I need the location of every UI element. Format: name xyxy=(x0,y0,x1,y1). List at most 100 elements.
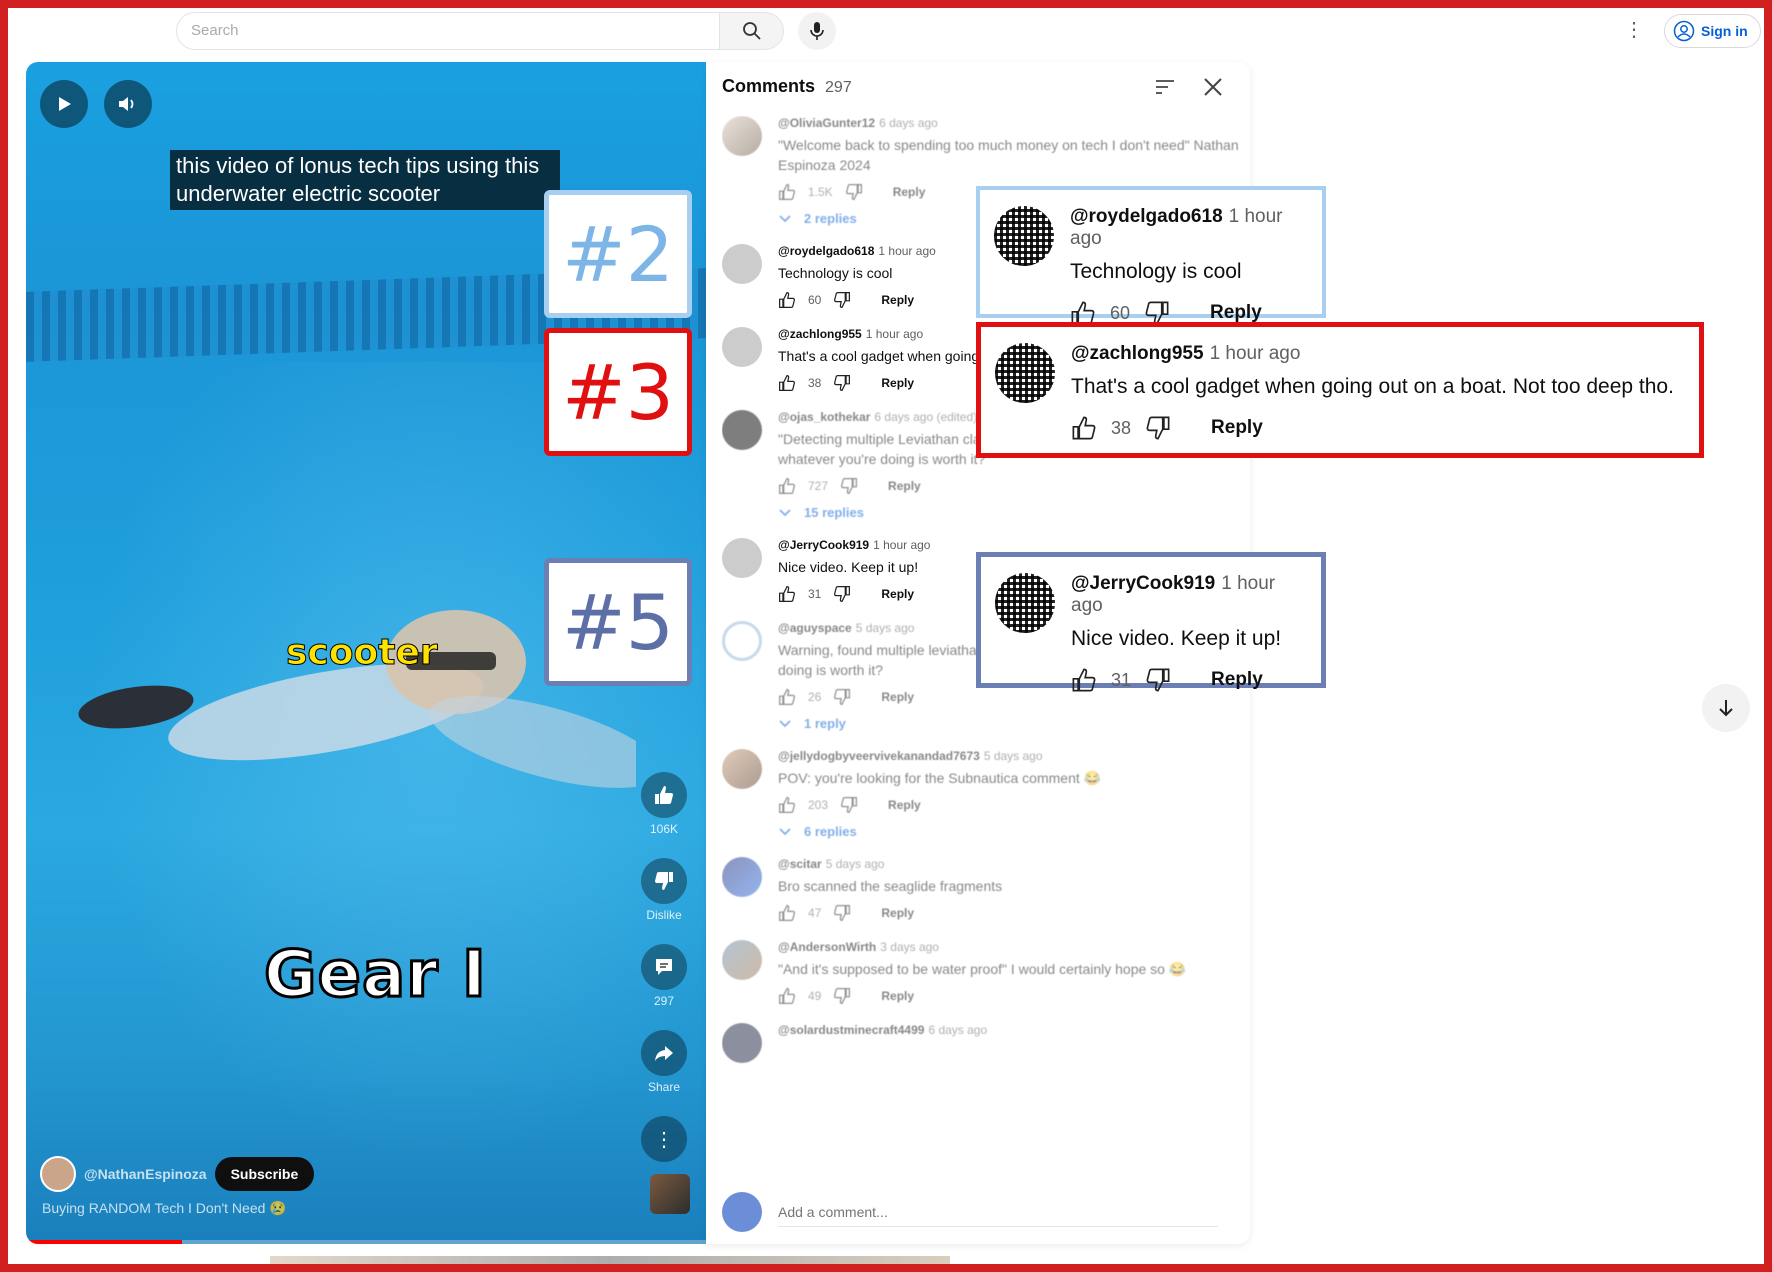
voice-search-button[interactable] xyxy=(798,12,836,50)
comments-action[interactable]: 297 xyxy=(636,944,692,1008)
dislike-action[interactable]: Dislike xyxy=(636,858,692,922)
dislike-icon[interactable] xyxy=(833,374,851,392)
dislike-icon[interactable] xyxy=(840,796,858,814)
like-icon[interactable] xyxy=(778,291,796,309)
sort-button[interactable] xyxy=(1154,78,1176,101)
close-comments-button[interactable] xyxy=(1202,76,1224,103)
commenter-avatar[interactable] xyxy=(722,749,762,789)
like-icon[interactable] xyxy=(778,987,796,1005)
dislike-icon[interactable] xyxy=(833,585,851,603)
dislike-icon[interactable] xyxy=(840,477,858,495)
comment-author[interactable]: @solardustminecraft4499 xyxy=(778,1023,924,1037)
highlight-comment-5: @JerryCook919 1 hour ago Nice video. Keep… xyxy=(976,552,1326,692)
view-replies-button[interactable]: 1 reply xyxy=(778,716,1242,731)
channel-row: @NathanEspinoza Subscribe xyxy=(40,1156,315,1192)
highlight-author[interactable]: @JerryCook919 xyxy=(1071,573,1215,594)
reply-button[interactable]: Reply xyxy=(881,587,914,601)
commenter-avatar[interactable] xyxy=(722,538,762,578)
channel-avatar[interactable] xyxy=(40,1156,76,1192)
share-label: Share xyxy=(647,1080,681,1094)
like-icon[interactable] xyxy=(778,585,796,603)
reply-button[interactable]: Reply xyxy=(881,376,914,390)
comment-author[interactable]: @ojas_kothekar xyxy=(778,410,870,424)
comment-author[interactable]: @JerryCook919 xyxy=(778,538,869,552)
like-action[interactable]: 106K xyxy=(636,772,692,836)
kebab-icon[interactable]: ⋮ xyxy=(1624,20,1644,40)
comment-author[interactable]: @scitar xyxy=(778,857,822,871)
video-progress-fill xyxy=(26,1240,183,1244)
reply-button[interactable]: Reply xyxy=(893,185,926,199)
commenter-avatar[interactable] xyxy=(722,244,762,284)
like-icon[interactable] xyxy=(778,904,796,922)
more-icon: ⋮ xyxy=(654,1128,674,1151)
comment-like-count: 203 xyxy=(808,798,829,812)
search-button[interactable] xyxy=(720,12,784,50)
comment-time: 1 hour ago xyxy=(865,327,924,341)
comment-author[interactable]: @jellydogbyveervivekanandad7673 xyxy=(778,749,980,763)
reply-button[interactable]: Reply xyxy=(1211,669,1263,691)
comment-time: 5 days ago xyxy=(825,857,885,871)
add-comment-input[interactable] xyxy=(778,1197,1218,1227)
share-action[interactable]: Share xyxy=(636,1030,692,1094)
view-replies-button[interactable]: 6 replies xyxy=(778,824,1242,839)
subscribe-button[interactable]: Subscribe xyxy=(214,1157,315,1191)
reply-button[interactable]: Reply xyxy=(881,690,914,704)
view-replies-button[interactable]: 15 replies xyxy=(778,505,1242,520)
comment-author[interactable]: @roydelgado618 xyxy=(778,244,874,258)
like-icon[interactable] xyxy=(778,374,796,392)
like-icon[interactable] xyxy=(778,477,796,495)
search-input[interactable]: Search xyxy=(176,12,720,50)
comment-author[interactable]: @OliviaGunter12 xyxy=(778,116,875,130)
like-icon xyxy=(655,786,673,804)
highlight-author[interactable]: @roydelgado618 xyxy=(1070,206,1223,227)
dislike-icon[interactable] xyxy=(833,688,851,706)
more-action[interactable]: ⋮ xyxy=(636,1116,692,1162)
scroll-down-button[interactable] xyxy=(1702,684,1750,732)
replies-count: 6 replies xyxy=(804,824,857,839)
sign-in-button[interactable]: Sign in xyxy=(1664,14,1761,48)
reply-button[interactable]: Reply xyxy=(1210,302,1262,324)
top-bar: Search ⋮ Sign in xyxy=(8,8,1764,58)
commenter-avatar[interactable] xyxy=(722,1023,762,1063)
like-icon[interactable] xyxy=(1071,667,1097,693)
channel-thumbnail[interactable] xyxy=(650,1174,690,1214)
comment-author[interactable]: @aguyspace xyxy=(778,621,852,635)
dislike-icon[interactable] xyxy=(833,904,851,922)
dislike-icon[interactable] xyxy=(1145,415,1171,441)
dislike-icon[interactable] xyxy=(833,987,851,1005)
highlight-like-count: 60 xyxy=(1110,302,1131,323)
highlight-author[interactable]: @zachlong955 xyxy=(1071,343,1204,364)
like-icon[interactable] xyxy=(778,796,796,814)
comment-author[interactable]: @zachlong955 xyxy=(778,327,862,341)
comment-time: 6 days ago (edited) xyxy=(874,410,978,424)
reply-button[interactable]: Reply xyxy=(881,906,914,920)
comment-author[interactable]: @AndersonWirth xyxy=(778,940,876,954)
reply-button[interactable]: Reply xyxy=(1211,417,1263,439)
reply-button[interactable]: Reply xyxy=(888,479,921,493)
volume-button[interactable] xyxy=(104,80,152,128)
commenter-avatar[interactable] xyxy=(722,327,762,367)
rank-badge-3: #3 xyxy=(544,328,692,456)
video-player[interactable]: this video of lonus tech tips using this… xyxy=(26,62,706,1244)
like-icon[interactable] xyxy=(778,688,796,706)
commenter-avatar[interactable] xyxy=(722,621,762,661)
reply-button[interactable]: Reply xyxy=(881,293,914,307)
share-icon xyxy=(655,1046,673,1061)
dislike-icon[interactable] xyxy=(1145,667,1171,693)
like-icon[interactable] xyxy=(778,183,796,201)
pool-water-background xyxy=(26,362,706,1242)
reply-button[interactable]: Reply xyxy=(888,798,921,812)
next-video-strip xyxy=(270,1256,950,1264)
commenter-avatar[interactable] xyxy=(722,940,762,980)
highlight-like-count: 31 xyxy=(1111,669,1132,690)
commenter-avatar[interactable] xyxy=(722,116,762,156)
reply-button[interactable]: Reply xyxy=(881,989,914,1003)
channel-name[interactable]: @NathanEspinoza xyxy=(84,1166,207,1182)
dislike-icon[interactable] xyxy=(845,183,863,201)
commenter-avatar[interactable] xyxy=(722,410,762,450)
dislike-icon[interactable] xyxy=(833,291,851,309)
commenter-avatar[interactable] xyxy=(722,857,762,897)
like-icon[interactable] xyxy=(1071,415,1097,441)
play-button[interactable] xyxy=(40,80,88,128)
video-progress-bar[interactable] xyxy=(26,1240,706,1244)
